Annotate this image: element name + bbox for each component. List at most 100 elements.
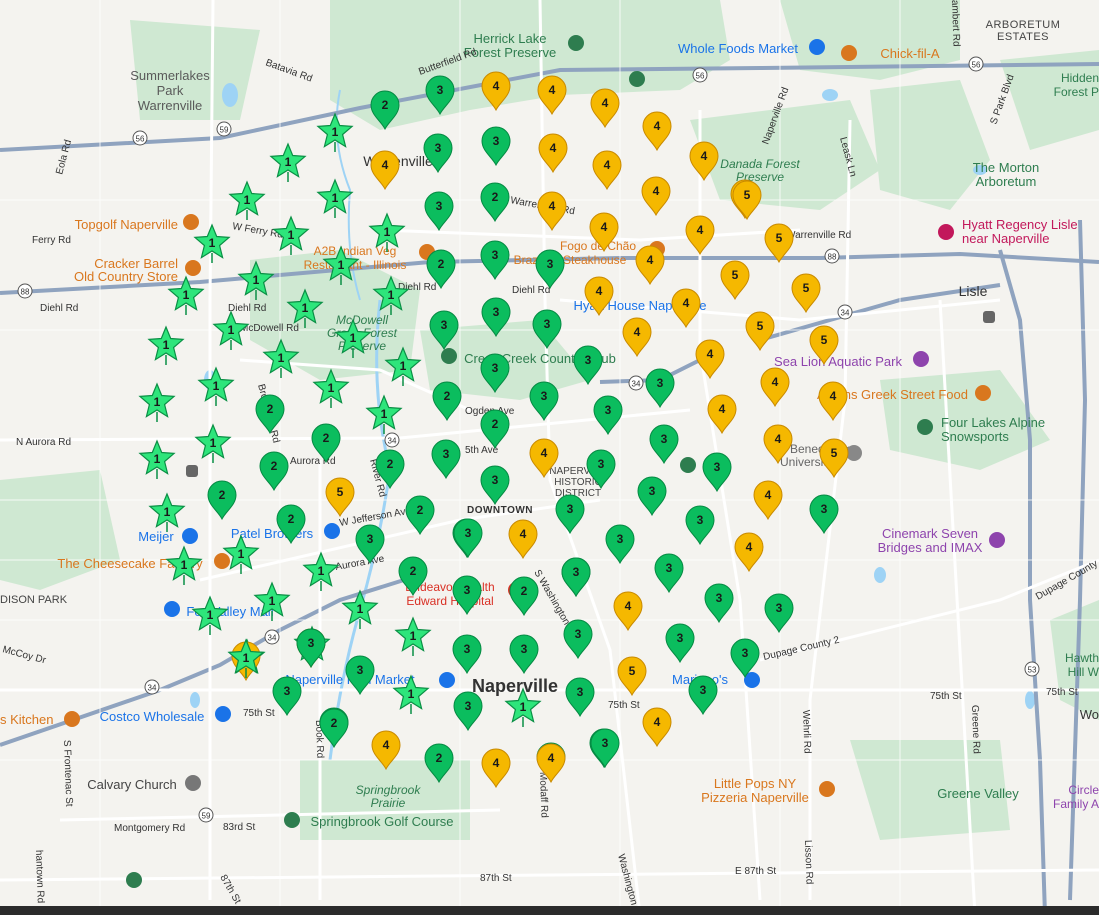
marker-label: 3	[544, 317, 551, 331]
poi-topgolf: Topgolf Naperville	[75, 217, 178, 232]
neighborhood-summerlakes: Summerlakes	[130, 68, 210, 83]
marker-label: 1	[400, 359, 407, 373]
marker-label: 5	[803, 281, 810, 295]
marker-label: 1	[408, 687, 415, 701]
marker-label: 3	[493, 134, 500, 148]
poi-circle: Circle	[1068, 783, 1099, 797]
transit-icon	[983, 311, 995, 323]
map-canvas[interactable]: Summerlakes Park Warrenville ARBORETUM E…	[0, 0, 1099, 915]
marker-label: 4	[601, 220, 608, 234]
park-icon	[568, 35, 584, 51]
marker-label: 1	[332, 125, 339, 139]
neighborhood-arboretum-2: ESTATES	[997, 31, 1049, 43]
marker-label: 4	[707, 347, 714, 361]
marker-label: 4	[602, 96, 609, 110]
marker-label: 4	[383, 738, 390, 752]
svg-text:56: 56	[136, 135, 145, 144]
poi-danada: Danada Forest	[720, 157, 800, 171]
bottom-bar	[0, 906, 1099, 915]
church-icon	[185, 775, 201, 791]
marker-label: 3	[492, 361, 499, 375]
marker-label: 1	[338, 258, 345, 272]
road-fifth: 5th Ave	[465, 445, 499, 456]
marker-label: 1	[213, 379, 220, 393]
highway-shield: 59	[198, 807, 214, 823]
road-lambert: ambert Rd	[949, 0, 962, 47]
marker-label: 1	[209, 236, 216, 250]
poi-herrick: Herrick Lake	[474, 31, 547, 46]
poi-hyatt: Hyatt Regency Lisle	[962, 217, 1078, 232]
ski-icon	[917, 419, 933, 435]
highway-shield: 34	[384, 432, 400, 448]
shopping-cart-icon	[324, 523, 340, 539]
marker-label: 3	[577, 685, 584, 699]
road-modaff: Modaff Rd	[537, 772, 550, 818]
poi-calvary: Calvary Church	[87, 777, 177, 792]
neighborhood-summerlakes-2: Park	[157, 83, 184, 98]
movie-icon	[989, 532, 1005, 548]
marker-label: 3	[284, 684, 291, 698]
road-75th-w: 75th St	[243, 708, 275, 719]
poi-hawth-2: Hill W	[1068, 665, 1099, 679]
marker-label: 3	[605, 403, 612, 417]
golf-icon	[629, 71, 645, 87]
marker-label: 1	[181, 558, 188, 572]
marker-label: 4	[625, 599, 632, 613]
restaurant-icon	[819, 781, 835, 797]
marker-label: 1	[388, 288, 395, 302]
golf-icon	[441, 348, 457, 364]
road-lisson: Lisson Rd	[802, 840, 815, 885]
marker-label: 3	[443, 447, 450, 461]
highway-shield: 56	[692, 67, 708, 83]
road-e-87th: E 87th St	[735, 866, 776, 877]
poi-hawth: Hawth	[1065, 651, 1099, 665]
golf-icon	[284, 812, 300, 828]
highway-shield: 59	[216, 121, 232, 137]
marker-label: 4	[683, 296, 690, 310]
marker-label: 3	[521, 642, 528, 656]
marker-label: 3	[602, 736, 609, 750]
marker-label: 4	[697, 223, 704, 237]
marker-label: 3	[493, 305, 500, 319]
marker-label: 3	[441, 318, 448, 332]
marker-label: 3	[435, 141, 442, 155]
shopping-cart-icon	[809, 39, 825, 55]
neighborhood-arboretum: ARBORETUM	[986, 19, 1061, 31]
marker-label: 3	[700, 683, 707, 697]
road-diehl-2: Diehl Rd	[228, 303, 266, 314]
poi-springbrook-2: Prairie	[371, 796, 406, 810]
road-diehl: Diehl Rd	[40, 303, 78, 314]
poi-wo: Wo	[1080, 707, 1099, 722]
marker-label: 4	[746, 540, 753, 554]
water-park-icon	[913, 351, 929, 367]
marker-label: 3	[776, 601, 783, 615]
poi-edward-2: Edward Hospital	[406, 594, 493, 608]
marker-label: 2	[331, 716, 338, 730]
shopping-bag-icon	[164, 601, 180, 617]
marker-label: 3	[742, 646, 749, 660]
road-ferry: Ferry Rd	[32, 235, 71, 246]
svg-text:53: 53	[1028, 666, 1037, 675]
road-hantown: hantown Rd	[33, 850, 46, 904]
marker-label: 1	[410, 629, 417, 643]
svg-text:34: 34	[841, 309, 850, 318]
marker-label: 1	[302, 301, 309, 315]
marker-label: 1	[318, 564, 325, 578]
marker-label: 2	[387, 457, 394, 471]
marker-label: 1	[285, 155, 292, 169]
marker-label: 5	[821, 333, 828, 347]
marker-label: 1	[328, 381, 335, 395]
marker-label: 1	[350, 331, 357, 345]
transit-icon	[186, 465, 198, 477]
marker-label: 4	[493, 756, 500, 770]
marker-label: 3	[464, 642, 471, 656]
marker-label: 5	[337, 485, 344, 499]
svg-text:59: 59	[202, 812, 211, 821]
marker-label: 3	[657, 376, 664, 390]
road-75th-mid: 75th St	[608, 700, 640, 711]
restaurant-icon	[185, 260, 201, 276]
poi-hidden-2: Forest P	[1054, 85, 1099, 99]
marker-label: 1	[357, 602, 364, 616]
marker-label: 1	[381, 407, 388, 421]
marker-label: 3	[357, 663, 364, 677]
